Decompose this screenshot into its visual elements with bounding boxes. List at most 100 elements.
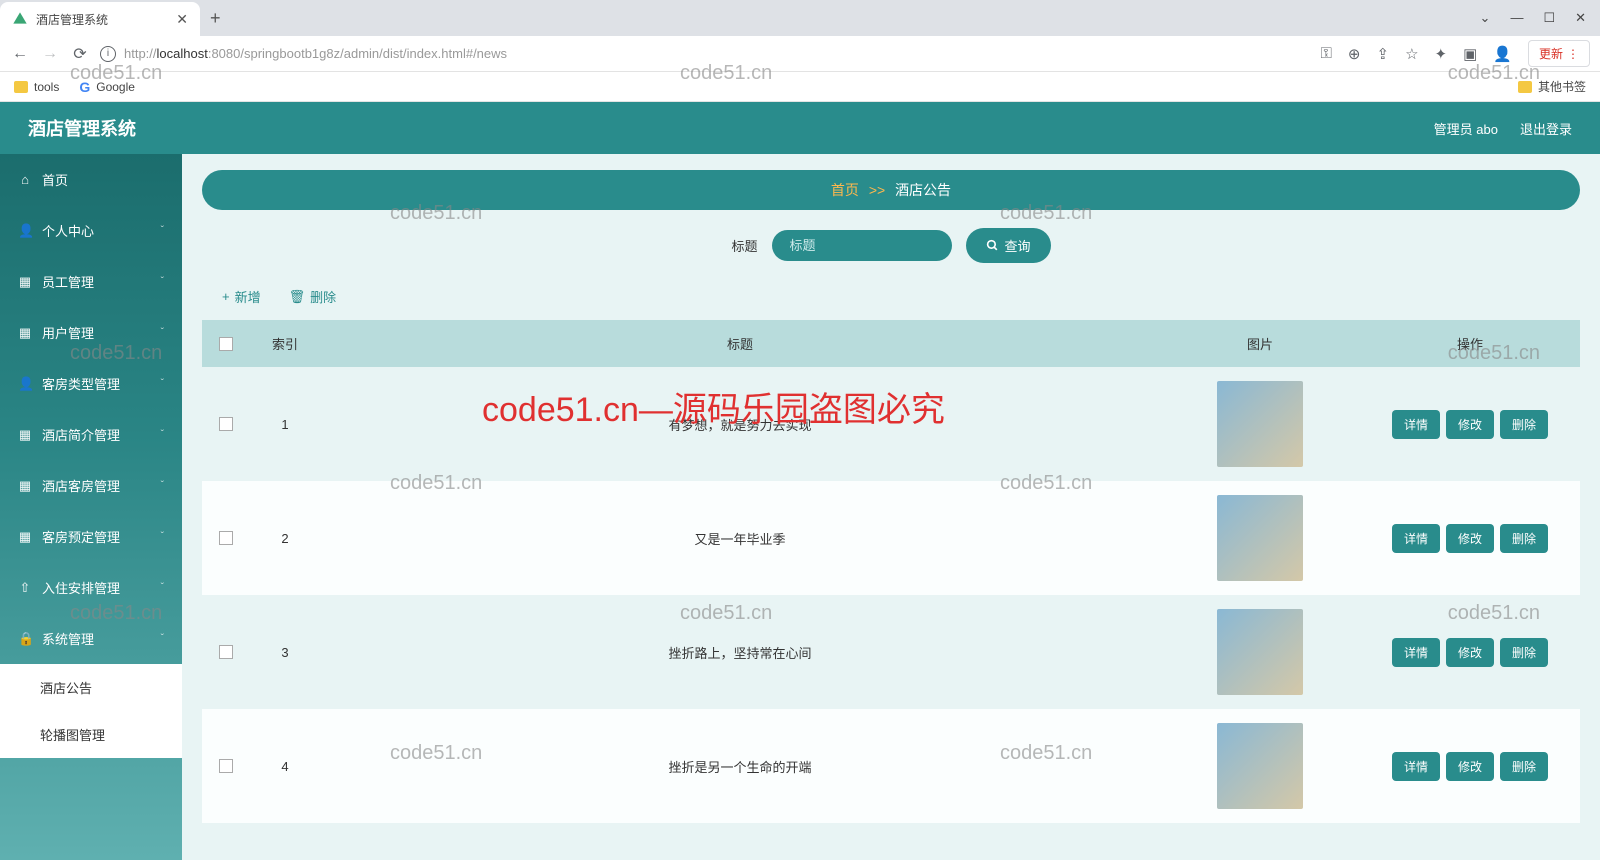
detail-button[interactable]: 详情 <box>1392 410 1440 439</box>
maximize-icon[interactable]: ☐ <box>1543 10 1555 26</box>
close-window-icon[interactable]: ✕ <box>1575 10 1586 26</box>
detail-button[interactable]: 详情 <box>1392 638 1440 667</box>
detail-button[interactable]: 详情 <box>1392 524 1440 553</box>
sidebar-item-8[interactable]: ⇧入住安排管理ˇ <box>0 562 182 613</box>
delete-row-button[interactable]: 删除 <box>1500 638 1548 667</box>
sidebar-item-6[interactable]: ▦ 酒店客房管理 ˇ <box>0 460 182 511</box>
sidebar-sub-0[interactable]: 酒店公告 <box>0 664 182 711</box>
sidebar: ⌂首页👤个人中心ˇ▦员工管理ˇ▦用户管理ˇ👤客房类型管理ˇ▦酒店简介管理ˇ▦酒店… <box>0 154 182 860</box>
cell-index: 3 <box>250 631 320 674</box>
edit-button[interactable]: 修改 <box>1446 638 1494 667</box>
thumbnail-image <box>1217 495 1303 581</box>
breadcrumb-home[interactable]: 首页 <box>831 182 859 198</box>
cell-index: 2 <box>250 517 320 560</box>
query-button[interactable]: 查询 <box>966 228 1051 263</box>
logout-link[interactable]: 退出登录 <box>1520 119 1572 138</box>
url-field[interactable]: i http://localhost:8080/springbootb1g8z/… <box>100 46 1311 62</box>
th-title: 标题 <box>320 320 1160 367</box>
sidebar-item-label: 酒店简介管理 <box>42 425 120 444</box>
grid-icon: ▦ <box>18 478 32 494</box>
sidebar-item-label: 酒店客房管理 <box>42 476 120 495</box>
sidebar-item-label: 入住安排管理 <box>42 578 120 597</box>
user-icon: 👤 <box>18 376 32 392</box>
detail-button[interactable]: 详情 <box>1392 752 1440 781</box>
cell-title: 挫折是另一个生命的开端 <box>320 743 1160 790</box>
sidebar-item-label: 用户管理 <box>42 323 94 342</box>
select-all-checkbox[interactable] <box>219 337 233 351</box>
edit-button[interactable]: 修改 <box>1446 524 1494 553</box>
cell-title: 又是一年毕业季 <box>320 515 1160 562</box>
chevron-down-icon: ˇ <box>161 480 164 491</box>
share-icon[interactable]: ⇪ <box>1377 45 1390 63</box>
chevron-down-icon: ˇ <box>161 429 164 440</box>
delete-row-button[interactable]: 删除 <box>1500 524 1548 553</box>
back-icon[interactable]: ← <box>10 45 30 63</box>
bookmark-bar: tools GGoogle 其他书签 <box>0 72 1600 102</box>
chevron-down-icon: ˇ <box>161 633 164 644</box>
delete-row-button[interactable]: 删除 <box>1500 410 1548 439</box>
home-icon: ⌂ <box>18 172 32 187</box>
sidebar-item-5[interactable]: ▦ 酒店简介管理 ˇ <box>0 409 182 460</box>
chevron-down-icon: ˇ <box>161 378 164 389</box>
row-checkbox[interactable] <box>219 645 233 659</box>
chevron-down-icon[interactable]: ⌄ <box>1480 10 1491 26</box>
sidebar-item-label: 系统管理 <box>42 629 94 648</box>
zoom-icon[interactable]: ⊕ <box>1348 45 1361 63</box>
add-button[interactable]: +新增 <box>222 287 261 306</box>
row-checkbox[interactable] <box>219 759 233 773</box>
sidebar-item-0[interactable]: ⌂首页 <box>0 154 182 205</box>
cell-title: 挫折路上，坚持常在心间 <box>320 629 1160 676</box>
table-row: 3 挫折路上，坚持常在心间 详情 修改 删除 <box>202 595 1580 709</box>
tab-bar: 酒店管理系统 ✕ + ⌄ — ☐ ✕ <box>0 0 1600 36</box>
sidebar-item-label: 客房预定管理 <box>42 527 120 546</box>
grid-icon: ▦ <box>18 427 32 443</box>
app-header: 酒店管理系统 管理员 abo 退出登录 <box>0 102 1600 154</box>
sidebar-item-1[interactable]: 👤个人中心ˇ <box>0 205 182 256</box>
edit-button[interactable]: 修改 <box>1446 410 1494 439</box>
edit-button[interactable]: 修改 <box>1446 752 1494 781</box>
site-info-icon[interactable]: i <box>100 46 116 62</box>
search-row: 标题 查询 <box>202 228 1580 263</box>
close-icon[interactable]: ✕ <box>176 11 188 28</box>
profile-icon[interactable]: 👤 <box>1493 45 1512 63</box>
browser-chrome: 酒店管理系统 ✕ + ⌄ — ☐ ✕ ← → ⟳ i http://localh… <box>0 0 1600 102</box>
table-row: 2 又是一年毕业季 详情 修改 删除 <box>202 481 1580 595</box>
action-row: +新增 🗑删除 <box>202 279 1580 320</box>
browser-tab[interactable]: 酒店管理系统 ✕ <box>0 2 200 36</box>
sidebar-item-2[interactable]: ▦员工管理ˇ <box>0 256 182 307</box>
sidebar-item-3[interactable]: ▦用户管理ˇ <box>0 307 182 358</box>
forward-icon[interactable]: → <box>40 45 60 63</box>
admin-label[interactable]: 管理员 abo <box>1434 119 1498 138</box>
extensions-icon[interactable]: ✦ <box>1435 45 1448 63</box>
search-input[interactable] <box>772 230 952 261</box>
breadcrumb: 首页 >> 酒店公告 <box>202 170 1580 210</box>
cell-title: 有梦想，就是努力去实现 <box>320 401 1160 448</box>
minimize-icon[interactable]: — <box>1510 10 1523 26</box>
sidebar-item-label: 客房类型管理 <box>42 374 120 393</box>
update-button[interactable]: 更新 ⋮ <box>1528 40 1590 67</box>
row-checkbox[interactable] <box>219 531 233 545</box>
bookmark-other[interactable]: 其他书签 <box>1518 78 1586 95</box>
sidebar-item-label: 员工管理 <box>42 272 94 291</box>
sidebar-item-7[interactable]: ▦客房预定管理ˇ <box>0 511 182 562</box>
delete-row-button[interactable]: 删除 <box>1500 752 1548 781</box>
chevron-down-icon: ˇ <box>161 225 164 236</box>
table-header: 索引 标题 图片 操作 <box>202 320 1580 367</box>
th-index: 索引 <box>250 320 320 367</box>
sidepanel-icon[interactable]: ▣ <box>1463 45 1477 63</box>
upload-icon: ⇧ <box>18 580 32 596</box>
th-op: 操作 <box>1360 320 1580 367</box>
bookmark-tools[interactable]: tools <box>14 80 59 94</box>
sidebar-item-9[interactable]: 🔒系统管理ˇ <box>0 613 182 664</box>
key-icon[interactable]: ⚿ <box>1321 45 1332 62</box>
bookmark-google[interactable]: GGoogle <box>79 79 135 95</box>
sidebar-item-label: 个人中心 <box>42 221 94 240</box>
delete-button[interactable]: 🗑删除 <box>289 287 337 306</box>
new-tab-button[interactable]: + <box>210 8 221 29</box>
row-checkbox[interactable] <box>219 417 233 431</box>
sidebar-sub-1[interactable]: 轮播图管理 <box>0 711 182 758</box>
star-icon[interactable]: ☆ <box>1405 45 1418 63</box>
reload-icon[interactable]: ⟳ <box>70 44 90 64</box>
sidebar-item-4[interactable]: 👤 客房类型管理 ˇ <box>0 358 182 409</box>
chevron-down-icon: ˇ <box>161 531 164 542</box>
